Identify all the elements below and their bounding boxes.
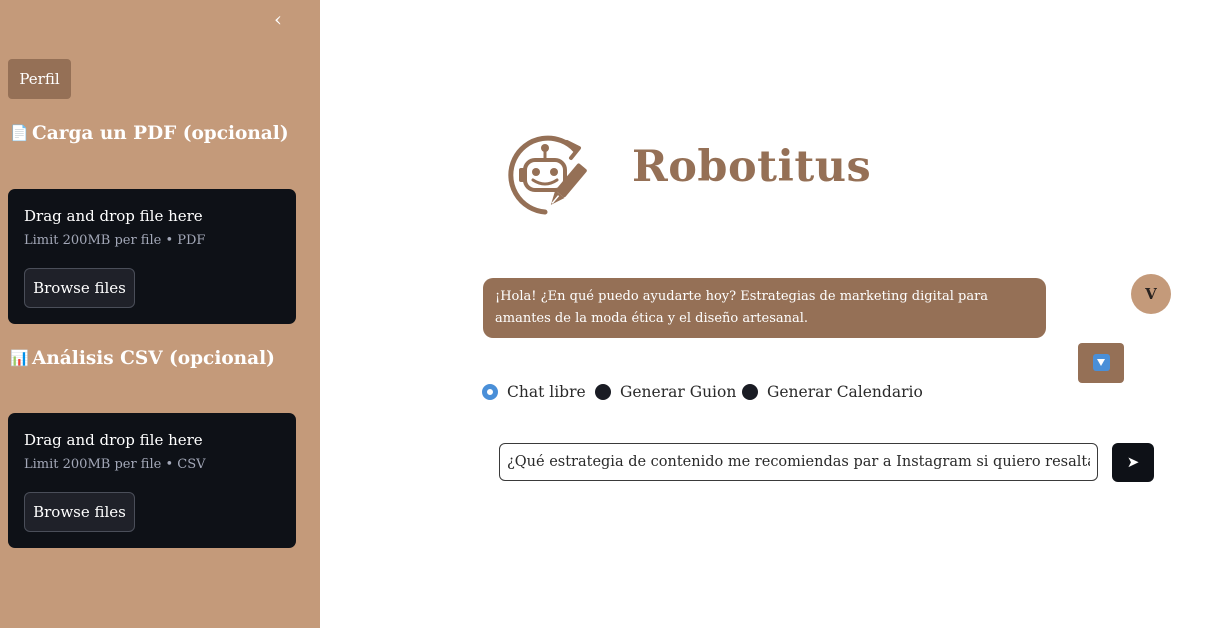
user-avatar: V — [1131, 274, 1171, 314]
document-icon: 📄 — [10, 124, 29, 142]
csv-uploader-dropzone[interactable]: Drag and drop file here Limit 200MB per … — [8, 413, 296, 548]
profile-button[interactable]: Perfil — [8, 59, 71, 99]
csv-limit-text: Limit 200MB per file • CSV — [24, 457, 206, 472]
bar-chart-icon: 📊 — [10, 349, 29, 367]
csv-section-label: Análisis CSV (opcional) — [32, 348, 275, 369]
pdf-section-label: Carga un PDF (opcional) — [32, 123, 289, 144]
pdf-uploader-dropzone[interactable]: Drag and drop file here Limit 200MB per … — [8, 189, 296, 324]
csv-dropzone-text: Drag and drop file here — [24, 431, 203, 449]
radio-unselected-icon — [742, 384, 758, 400]
csv-browse-button[interactable]: Browse files — [24, 492, 135, 532]
scroll-down-button[interactable] — [1078, 343, 1124, 383]
radio-generar-guion[interactable]: Generar Guion — [595, 381, 736, 403]
send-icon[interactable]: ➤ — [1112, 443, 1154, 482]
app-title: Robotitus — [632, 142, 872, 192]
assistant-message-bubble: ¡Hola! ¿En qué puedo ayudarte hoy? Estra… — [483, 278, 1046, 338]
pdf-section-title: 📄 Carga un PDF (opcional) — [10, 123, 289, 144]
radio-selected-icon — [482, 384, 498, 400]
pdf-dropzone-text: Drag and drop file here — [24, 207, 203, 225]
radio-label: Chat libre — [507, 383, 586, 401]
chat-input[interactable] — [499, 443, 1098, 481]
radio-label: Generar Guion — [620, 383, 737, 401]
radio-generar-calendario[interactable]: Generar Calendario — [742, 381, 923, 403]
collapse-sidebar-icon[interactable]: ‹ — [268, 8, 288, 30]
robot-logo-icon — [508, 135, 587, 215]
radio-label: Generar Calendario — [767, 383, 923, 401]
sidebar: ‹ Perfil 📄 Carga un PDF (opcional) Drag a… — [0, 0, 320, 628]
pdf-browse-button[interactable]: Browse files — [24, 268, 135, 308]
radio-unselected-icon — [595, 384, 611, 400]
pdf-limit-text: Limit 200MB per file • PDF — [24, 233, 206, 248]
radio-chat-libre[interactable]: Chat libre — [482, 381, 586, 403]
csv-section-title: 📊 Análisis CSV (opcional) — [10, 348, 275, 369]
arrow-down-icon — [1093, 354, 1110, 371]
